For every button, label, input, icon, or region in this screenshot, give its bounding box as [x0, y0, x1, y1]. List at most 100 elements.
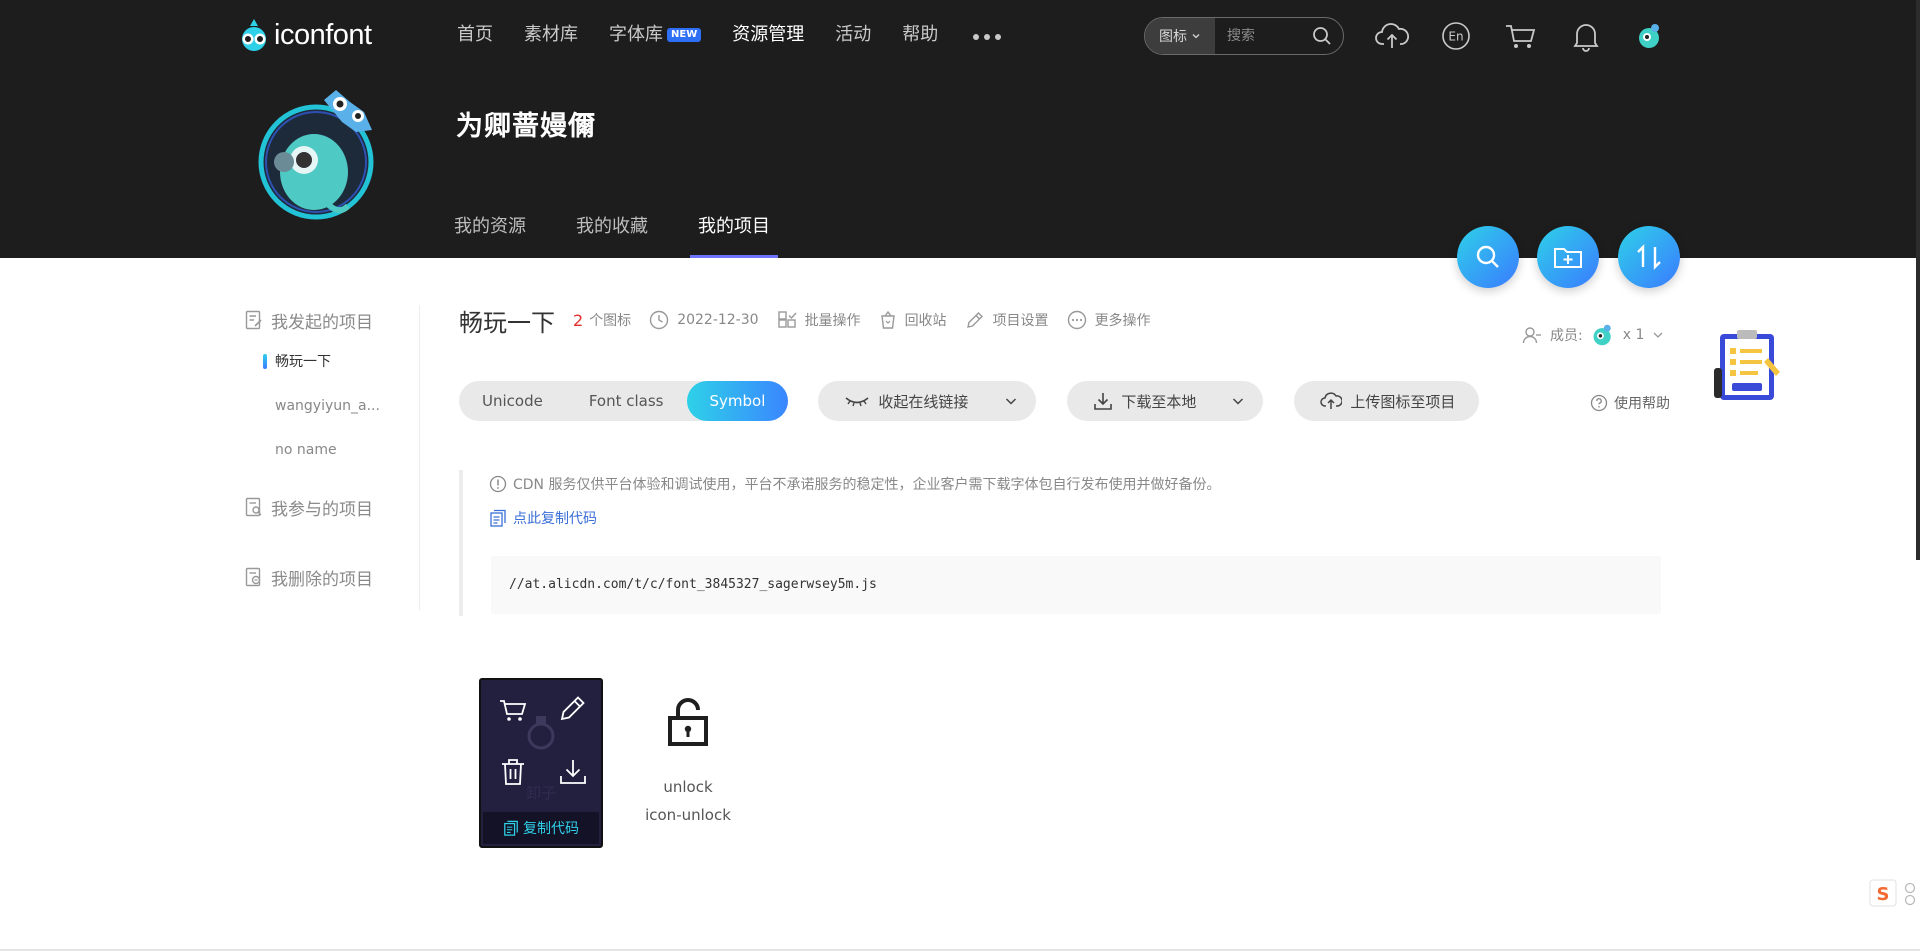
- logo-chameleon-icon: [236, 17, 272, 53]
- batch-operation-label: 批量操作: [804, 313, 861, 329]
- recycle-bin-icon: [880, 310, 895, 329]
- chevron-down-icon: [1006, 398, 1017, 405]
- tab-my-favorites[interactable]: 我的收藏: [568, 212, 656, 258]
- download-local-button[interactable]: 下载至本地: [1067, 381, 1264, 421]
- collapse-online-link-label: 收起在线链接: [878, 392, 969, 411]
- project-search-doc-icon: [245, 497, 262, 517]
- cdn-code-box[interactable]: //at.alicdn.com/t/c/font_3845327_sagerws…: [491, 556, 1661, 614]
- nav-assets[interactable]: 素材库: [524, 22, 578, 48]
- header-search: 图标: [1144, 17, 1344, 55]
- logo[interactable]: iconfont: [236, 16, 372, 54]
- sort-icon: [1637, 244, 1661, 270]
- project-doc-icon: [245, 310, 262, 330]
- sidebar-group-deleted[interactable]: 我删除的项目: [245, 557, 421, 597]
- more-circle-icon: [1067, 310, 1086, 330]
- members-label: 成员:: [1550, 328, 1583, 344]
- nav-resource-manage[interactable]: 资源管理: [732, 22, 804, 48]
- language-en-icon[interactable]: En: [1438, 18, 1474, 54]
- more-operations-label: 更多操作: [1094, 313, 1151, 329]
- unlock-icon: [668, 698, 708, 746]
- sidebar-group-created[interactable]: 我发起的项目: [245, 300, 421, 340]
- nav-fonts-label: 字体库: [609, 24, 663, 45]
- recycle-bin-button[interactable]: 回收站: [879, 310, 947, 330]
- project-date: 2022-12-30: [649, 310, 759, 330]
- add-to-cart-icon[interactable]: [495, 692, 531, 728]
- project-settings-button[interactable]: 项目设置: [965, 310, 1049, 330]
- format-unicode-button[interactable]: Unicode: [459, 381, 566, 421]
- sidebar-group-deleted-label: 我删除的项目: [271, 569, 373, 590]
- cart-icon[interactable]: [1503, 18, 1539, 54]
- icon-card-unlock[interactable]: unlock icon-unlock: [626, 678, 750, 848]
- delete-icon[interactable]: [495, 754, 531, 790]
- member-icon: [1522, 327, 1541, 344]
- edit-pen-icon: [966, 312, 983, 328]
- cdn-notice-panel: CDN 服务仅供平台体验和调试使用，平台不承诺服务的稳定性，企业客户需下载字体包…: [459, 470, 1661, 616]
- top-header: iconfont 首页 素材库 字体库 NEW 资源管理 活动 帮助 图标 En: [0, 0, 1920, 258]
- user-avatar-icon[interactable]: [1632, 18, 1668, 54]
- cdn-notice-text: CDN 服务仅供平台体验和调试使用，平台不承诺服务的稳定性，企业客户需下载字体包…: [513, 477, 1221, 493]
- edit-icon[interactable]: [555, 690, 591, 726]
- upload-cloud-icon: [1320, 392, 1343, 409]
- new-folder-fab[interactable]: [1537, 226, 1599, 288]
- batch-operation-button[interactable]: 批量操作: [777, 310, 861, 330]
- upload-cloud-icon[interactable]: [1374, 18, 1410, 54]
- search-input[interactable]: [1215, 18, 1307, 54]
- upload-icons-button[interactable]: 上传图标至项目: [1294, 381, 1480, 421]
- sogou-ime-icon[interactable]: S: [1866, 878, 1920, 908]
- tab-my-projects[interactable]: 我的项目: [690, 212, 778, 258]
- members-count: x 1: [1622, 327, 1645, 343]
- download-icon: [1094, 393, 1113, 410]
- member-avatar-icon: [1593, 324, 1611, 346]
- usage-help-label: 使用帮助: [1614, 396, 1670, 412]
- tab-my-resources[interactable]: 我的资源: [446, 212, 534, 258]
- quick-guide-illustration[interactable]: [1710, 328, 1784, 404]
- format-symbol-button[interactable]: Symbol: [686, 381, 789, 421]
- sidebar-group-joined[interactable]: 我参与的项目: [245, 487, 421, 527]
- project-header: 畅玩一下 2 个图标 2022-12-30 批量操作 回收站 项目设置 更多操作: [459, 302, 1169, 338]
- nav-fonts[interactable]: 字体库 NEW: [609, 22, 702, 48]
- copy-doc-icon: [504, 820, 518, 836]
- recycle-bin-label: 回收站: [904, 313, 947, 329]
- eye-closed-icon: [845, 397, 869, 407]
- info-circle-icon: [489, 475, 507, 493]
- nav-help[interactable]: 帮助: [902, 22, 938, 48]
- more-dots-icon[interactable]: [973, 34, 1002, 40]
- sidebar-group-created-label: 我发起的项目: [271, 312, 373, 333]
- logo-text: iconfont: [274, 18, 372, 51]
- chevron-down-icon: [1192, 34, 1200, 39]
- project-members[interactable]: 成员: x 1: [1522, 322, 1664, 348]
- main-nav: 首页 素材库 字体库 NEW 资源管理 活动 帮助: [457, 22, 1002, 48]
- icon-name: unlock: [663, 778, 713, 796]
- icon-card-hovered[interactable]: 卸子 复制代码: [479, 678, 603, 848]
- copy-code-button[interactable]: 复制代码: [483, 812, 599, 844]
- folder-add-icon: [1554, 248, 1582, 268]
- nav-assets-label: 素材库: [524, 24, 578, 45]
- search-type-label: 图标: [1159, 29, 1187, 45]
- nav-home[interactable]: 首页: [457, 22, 493, 48]
- search-type-select[interactable]: 图标: [1145, 18, 1215, 54]
- bell-icon[interactable]: [1568, 18, 1604, 54]
- sidebar-item-project[interactable]: 畅玩一下: [245, 340, 421, 384]
- nav-resource-manage-label: 资源管理: [732, 24, 805, 45]
- search-icon: [1476, 245, 1499, 268]
- format-fontclass-button[interactable]: Font class: [566, 381, 687, 421]
- download-icon[interactable]: [555, 754, 591, 790]
- language-en-label: En: [1448, 30, 1463, 44]
- sidebar-item-project[interactable]: wangyiyun_a...: [245, 384, 421, 428]
- nav-activity[interactable]: 活动: [835, 22, 871, 48]
- copy-code-link[interactable]: 点此复制代码: [489, 508, 597, 528]
- collapse-online-link-button[interactable]: 收起在线链接: [818, 381, 1037, 421]
- sort-fab[interactable]: [1618, 226, 1680, 288]
- project-sidebar: 我发起的项目 畅玩一下 wangyiyun_a... no name 我参与的项…: [245, 300, 421, 597]
- more-operations-button[interactable]: 更多操作: [1067, 310, 1151, 330]
- nav-activity-label: 活动: [835, 24, 872, 45]
- icon-count-label: 个图标: [589, 313, 632, 329]
- page-scrollbar[interactable]: [1916, 0, 1920, 560]
- sidebar-item-project[interactable]: no name: [245, 428, 421, 472]
- usage-help-link[interactable]: 使用帮助: [1590, 393, 1670, 413]
- nav-help-label: 帮助: [902, 24, 939, 45]
- search-icon[interactable]: [1307, 26, 1337, 46]
- copy-code-button-label: 复制代码: [523, 821, 579, 837]
- chevron-down-icon: [1233, 398, 1244, 405]
- search-project-fab[interactable]: [1457, 226, 1519, 288]
